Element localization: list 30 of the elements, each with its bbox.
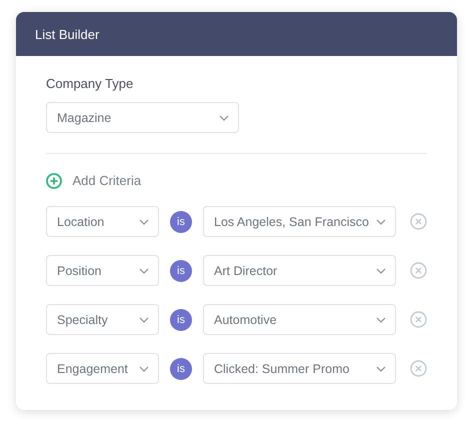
remove-icon[interactable] bbox=[410, 262, 427, 279]
value-select[interactable]: Clicked: Summer Promo bbox=[203, 353, 396, 384]
chevron-icon bbox=[376, 366, 386, 372]
chevron-icon bbox=[139, 316, 149, 322]
chevron-icon bbox=[219, 114, 229, 120]
value-select[interactable]: Art Director bbox=[203, 255, 396, 286]
value-select[interactable]: Los Angeles, San Francisco bbox=[203, 206, 396, 237]
add-criteria-link[interactable]: Add Criteria bbox=[72, 173, 142, 188]
field-select[interactable]: Specialty bbox=[46, 304, 159, 335]
chevron-icon bbox=[139, 268, 149, 274]
field-select[interactable]: Engagement bbox=[46, 353, 159, 384]
operator-badge: is bbox=[170, 260, 192, 282]
field-select[interactable]: Location bbox=[46, 206, 159, 237]
operator-badge: is bbox=[170, 210, 192, 232]
company-type-select[interactable]: Magazine bbox=[46, 102, 239, 133]
value-select[interactable]: Automotive bbox=[203, 304, 396, 335]
remove-icon[interactable] bbox=[410, 360, 427, 377]
chevron-icon bbox=[376, 218, 386, 224]
remove-icon[interactable] bbox=[410, 311, 427, 328]
panel-title: List Builder bbox=[35, 26, 100, 42]
chevron-icon bbox=[139, 366, 149, 372]
operator-badge: is bbox=[170, 308, 192, 330]
chevron-icon bbox=[376, 268, 386, 274]
add-icon[interactable] bbox=[46, 172, 62, 189]
chevron-icon bbox=[376, 316, 386, 322]
chevron-icon bbox=[139, 218, 149, 224]
remove-icon[interactable] bbox=[410, 213, 427, 230]
field-select[interactable]: Position bbox=[46, 255, 159, 286]
field-label: Company Type bbox=[46, 76, 134, 91]
operator-badge: is bbox=[170, 358, 192, 380]
